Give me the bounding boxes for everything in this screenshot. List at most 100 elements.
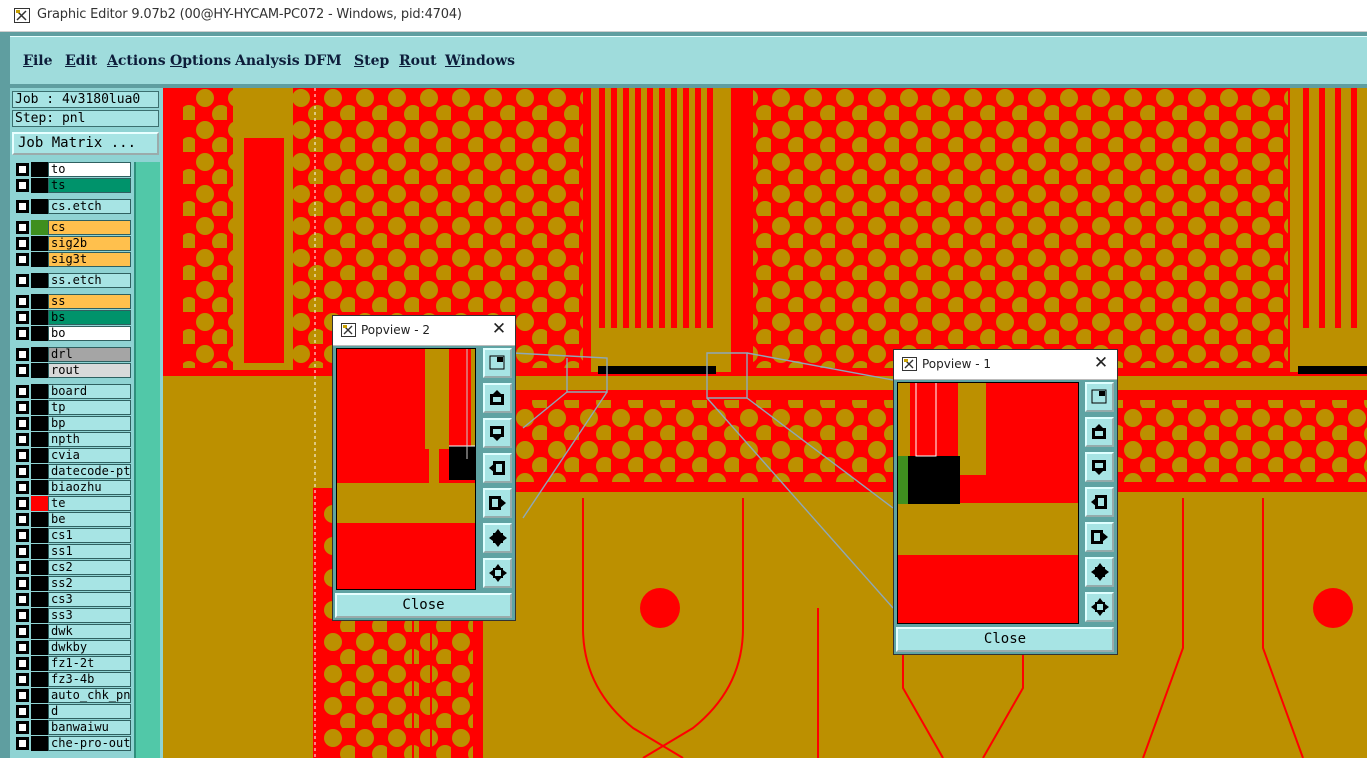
layer-color-swatch[interactable]: [31, 496, 48, 511]
layer-color-swatch[interactable]: [31, 624, 48, 639]
layer-checkbox[interactable]: [16, 433, 29, 446]
layer-name[interactable]: fz3-4b: [48, 672, 131, 687]
layer-color-swatch[interactable]: [31, 640, 48, 655]
layer-checkbox[interactable]: [16, 311, 29, 324]
layer-row[interactable]: cvia: [14, 448, 132, 463]
popview-1-view[interactable]: [897, 382, 1079, 624]
layer-row[interactable]: ts: [14, 178, 132, 193]
layer-name[interactable]: cs3: [48, 592, 131, 607]
layer-checkbox[interactable]: [16, 481, 29, 494]
layer-checkbox[interactable]: [16, 417, 29, 430]
layer-name[interactable]: tp: [48, 400, 131, 415]
layer-name[interactable]: ss3: [48, 608, 131, 623]
layer-row[interactable]: tp: [14, 400, 132, 415]
layer-color-swatch[interactable]: [31, 592, 48, 607]
layer-color-swatch[interactable]: [31, 162, 48, 177]
layer-color-swatch[interactable]: [31, 400, 48, 415]
layer-checkbox[interactable]: [16, 385, 29, 398]
layer-checkbox[interactable]: [16, 465, 29, 478]
layer-color-swatch[interactable]: [31, 736, 48, 751]
menu-file[interactable]: File: [23, 53, 53, 69]
layer-row[interactable]: cs1: [14, 528, 132, 543]
menu-rout[interactable]: Rout: [399, 53, 437, 69]
layer-color-swatch[interactable]: [31, 326, 48, 341]
layer-name[interactable]: drl: [48, 347, 131, 362]
layer-checkbox[interactable]: [16, 529, 29, 542]
layer-row[interactable]: cs.etch: [14, 199, 132, 214]
layer-checkbox[interactable]: [16, 163, 29, 176]
layer-checkbox[interactable]: [16, 609, 29, 622]
layer-row[interactable]: cs2: [14, 560, 132, 575]
layer-row[interactable]: datecode-pto: [14, 464, 132, 479]
layer-color-swatch[interactable]: [31, 560, 48, 575]
layer-color-swatch[interactable]: [31, 528, 48, 543]
layer-checkbox[interactable]: [16, 513, 29, 526]
layer-color-swatch[interactable]: [31, 672, 48, 687]
layer-checkbox[interactable]: [16, 561, 29, 574]
layer-row[interactable]: ss2: [14, 576, 132, 591]
layer-color-swatch[interactable]: [31, 688, 48, 703]
layer-color-swatch[interactable]: [31, 704, 48, 719]
popview-1-close-icon[interactable]: ✕: [1091, 353, 1111, 373]
layer-name[interactable]: biaozhu: [48, 480, 131, 495]
layer-row[interactable]: banwaiwu: [14, 720, 132, 735]
popview-1-titlebar[interactable]: Popview - 1 ✕: [894, 350, 1117, 380]
layer-row[interactable]: auto_chk_pnl: [14, 688, 132, 703]
popview-2-close-button[interactable]: Close: [335, 593, 512, 618]
layer-name[interactable]: dwk: [48, 624, 131, 639]
popview-2-pan-left-button[interactable]: [483, 453, 512, 483]
layer-row[interactable]: te: [14, 496, 132, 511]
layer-row[interactable]: ss3: [14, 608, 132, 623]
layer-checkbox[interactable]: [16, 721, 29, 734]
popview-2-zoom-out-button[interactable]: [483, 523, 512, 553]
layer-checkbox[interactable]: [16, 364, 29, 377]
layer-checkbox[interactable]: [16, 545, 29, 558]
layer-row[interactable]: dwk: [14, 624, 132, 639]
layer-name[interactable]: npth: [48, 432, 131, 447]
layer-color-swatch[interactable]: [31, 608, 48, 623]
layer-color-swatch[interactable]: [31, 656, 48, 671]
layer-checkbox[interactable]: [16, 327, 29, 340]
layer-row[interactable]: board: [14, 384, 132, 399]
layer-name[interactable]: che-pro-out: [48, 736, 131, 751]
layer-checkbox[interactable]: [16, 497, 29, 510]
layer-name[interactable]: cs2: [48, 560, 131, 575]
menu-analysis[interactable]: Analysis: [235, 53, 300, 69]
popview-1-pan-down-button[interactable]: [1085, 452, 1114, 482]
layer-checkbox[interactable]: [16, 449, 29, 462]
layer-color-swatch[interactable]: [31, 294, 48, 309]
layer-name[interactable]: te: [48, 496, 131, 511]
job-matrix-button[interactable]: Job Matrix ...: [12, 132, 159, 155]
popview-1-pan-left-button[interactable]: [1085, 487, 1114, 517]
layer-row[interactable]: sig3t: [14, 252, 132, 267]
layer-name[interactable]: banwaiwu: [48, 720, 131, 735]
layer-name[interactable]: cs1: [48, 528, 131, 543]
layer-name[interactable]: bo: [48, 326, 131, 341]
layer-name[interactable]: bp: [48, 416, 131, 431]
layer-scrollbar[interactable]: [134, 162, 160, 758]
layer-color-swatch[interactable]: [31, 347, 48, 362]
layer-checkbox[interactable]: [16, 295, 29, 308]
layer-checkbox[interactable]: [16, 221, 29, 234]
layer-row[interactable]: fz1-2t: [14, 656, 132, 671]
layer-name[interactable]: sig3t: [48, 252, 131, 267]
popview-2-pan-right-button[interactable]: [483, 488, 512, 518]
layer-color-swatch[interactable]: [31, 252, 48, 267]
layer-name[interactable]: ss1: [48, 544, 131, 559]
popview-1-pan-up-button[interactable]: [1085, 417, 1114, 447]
layer-row[interactable]: dwkby: [14, 640, 132, 655]
layer-name[interactable]: be: [48, 512, 131, 527]
layer-name[interactable]: cs: [48, 220, 131, 235]
popview-2-zoom-in-button[interactable]: [483, 558, 512, 588]
popview-1-close-button[interactable]: Close: [896, 627, 1114, 652]
layer-row[interactable]: cs3: [14, 592, 132, 607]
layer-checkbox[interactable]: [16, 737, 29, 750]
layer-name[interactable]: datecode-pto: [48, 464, 131, 479]
popview-2-pan-down-button[interactable]: [483, 418, 512, 448]
layer-row[interactable]: bs: [14, 310, 132, 325]
layer-name[interactable]: cs.etch: [48, 199, 131, 214]
layer-color-swatch[interactable]: [31, 464, 48, 479]
layer-checkbox[interactable]: [16, 657, 29, 670]
layer-name[interactable]: auto_chk_pnl: [48, 688, 131, 703]
layer-color-swatch[interactable]: [31, 384, 48, 399]
